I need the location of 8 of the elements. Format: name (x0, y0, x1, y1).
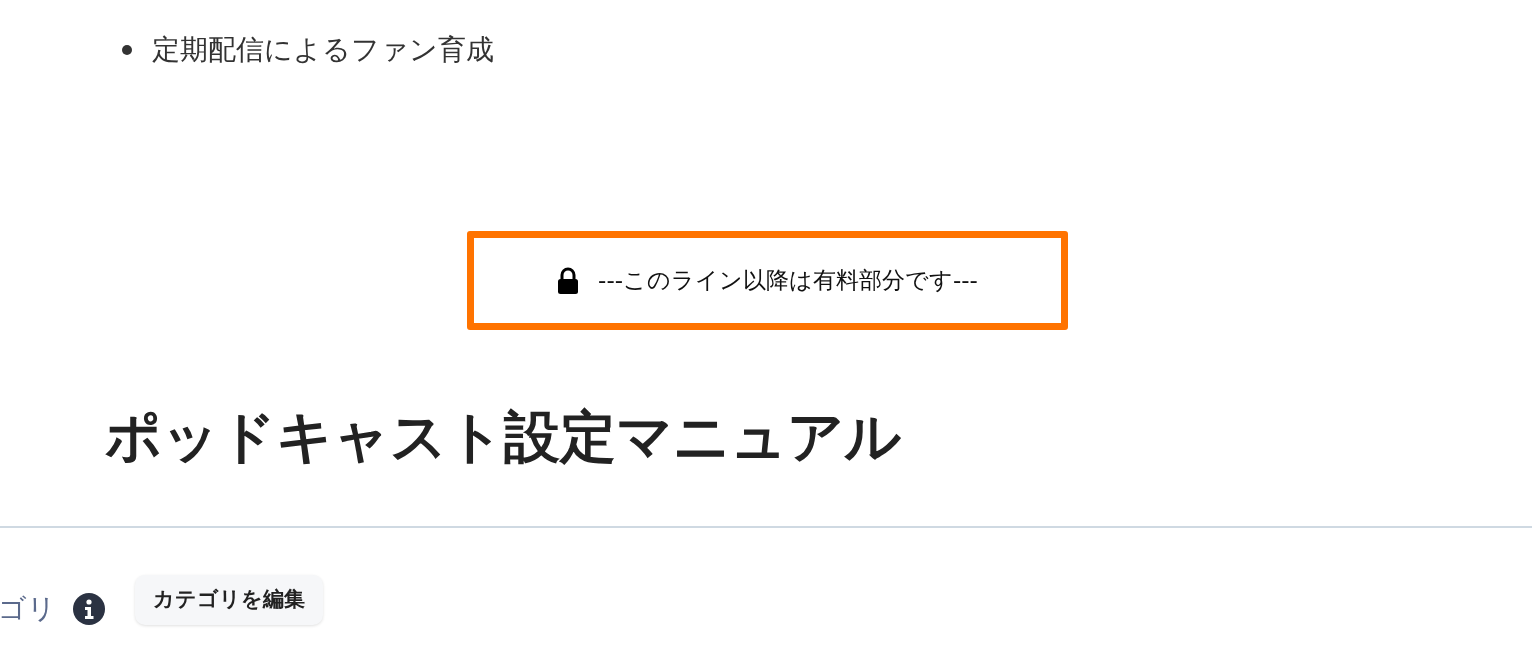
info-icon[interactable] (73, 593, 105, 625)
list-item: 定期配信によるファン育成 (152, 32, 494, 68)
edit-category-button[interactable]: カテゴリを編集 (135, 575, 323, 625)
category-label: ゴリ (0, 591, 56, 627)
paywall-text: ---このライン以降は有料部分です--- (598, 266, 978, 295)
article-title: ポッドキャスト設定マニュアル (105, 403, 902, 471)
bullet-icon (122, 45, 132, 55)
lock-icon (556, 266, 581, 295)
